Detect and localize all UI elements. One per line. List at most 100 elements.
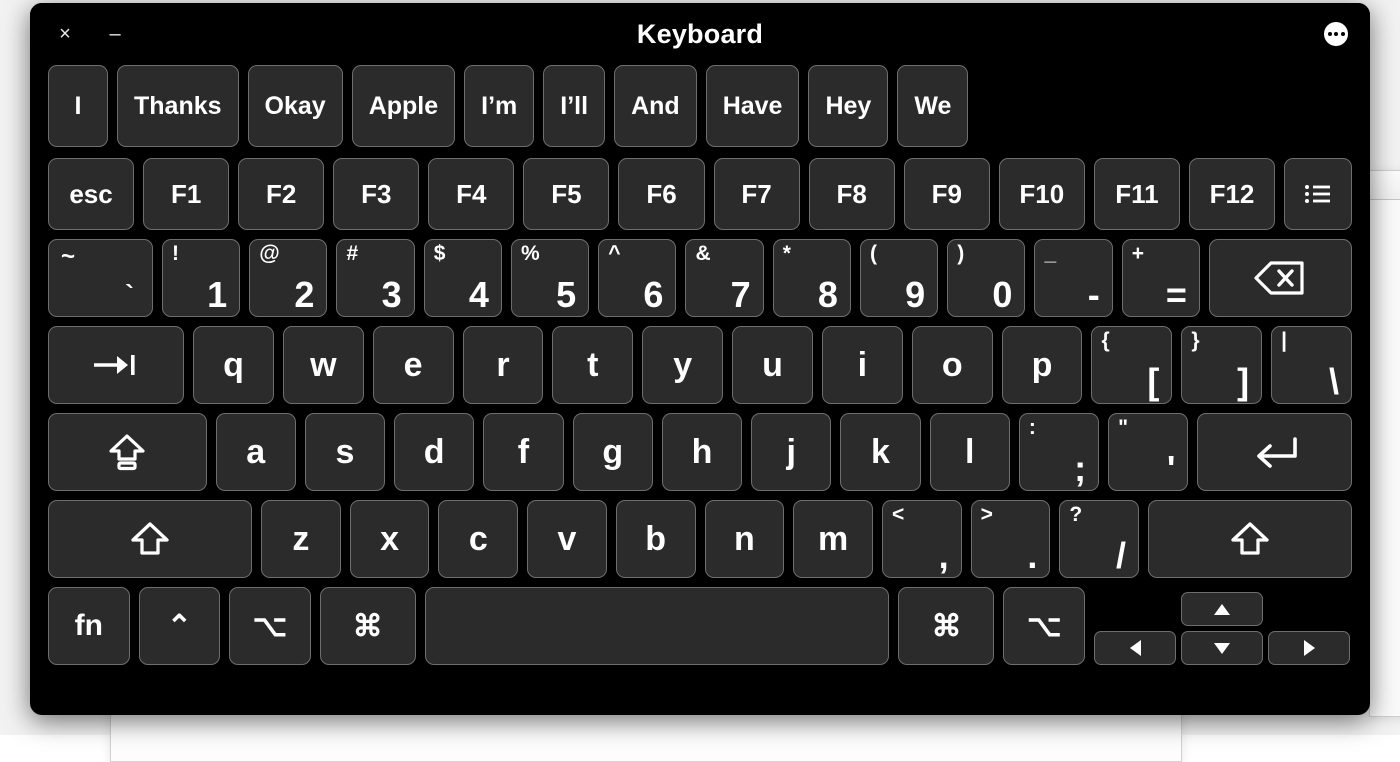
key-option-left[interactable]: ⌥ [229, 587, 311, 665]
tab-icon [91, 352, 141, 378]
suggestion-button[interactable]: And [614, 65, 697, 147]
background-window-right[interactable] [1369, 170, 1400, 717]
key-l[interactable]: l [930, 413, 1010, 491]
key-u[interactable]: u [732, 326, 813, 404]
key-bracket-left[interactable]: { [ [1091, 326, 1172, 404]
key-e[interactable]: e [373, 326, 454, 404]
key-x[interactable]: x [350, 500, 430, 578]
key-semicolon[interactable]: : ; [1019, 413, 1099, 491]
key-f1[interactable]: F1 [143, 158, 229, 230]
key-z[interactable]: z [261, 500, 341, 578]
key-f11[interactable]: F11 [1094, 158, 1180, 230]
key-f2[interactable]: F2 [238, 158, 324, 230]
key-shift-legend: " [1118, 416, 1128, 439]
suggestion-button[interactable]: We [897, 65, 968, 147]
key-s[interactable]: s [305, 413, 385, 491]
key-fn[interactable]: fn [48, 587, 130, 665]
key-a[interactable]: a [216, 413, 296, 491]
key-equals[interactable]: + = [1122, 239, 1200, 317]
key-y[interactable]: y [642, 326, 723, 404]
key-base-legend: ` [125, 280, 134, 310]
key-arrow-down[interactable] [1181, 631, 1263, 665]
key-f12[interactable]: F12 [1189, 158, 1275, 230]
key-tilde-grave[interactable]: ~ ` [48, 239, 153, 317]
key-arrow-left[interactable] [1094, 631, 1176, 665]
key-shift-legend: ^ [608, 242, 620, 265]
key-k[interactable]: k [840, 413, 920, 491]
key-return[interactable] [1197, 413, 1352, 491]
key-f7[interactable]: F7 [714, 158, 800, 230]
key-minus[interactable]: _ - [1034, 239, 1112, 317]
key-5[interactable]: % 5 [511, 239, 589, 317]
key-delete[interactable] [1209, 239, 1352, 317]
key-control[interactable]: ⌃ [139, 587, 221, 665]
key-q[interactable]: q [193, 326, 274, 404]
key-7[interactable]: & 7 [685, 239, 763, 317]
suggestion-button[interactable]: Okay [248, 65, 343, 147]
key-6[interactable]: ^ 6 [598, 239, 676, 317]
key-i[interactable]: i [822, 326, 903, 404]
minimize-icon[interactable]: – [100, 19, 130, 49]
key-b[interactable]: b [616, 500, 696, 578]
key-shift-right[interactable] [1148, 500, 1352, 578]
key-t[interactable]: t [552, 326, 633, 404]
key-f3[interactable]: F3 [333, 158, 419, 230]
key-m[interactable]: m [793, 500, 873, 578]
key-f5[interactable]: F5 [523, 158, 609, 230]
key-f[interactable]: f [483, 413, 563, 491]
suggestion-button[interactable]: I’m [464, 65, 534, 147]
key-f8[interactable]: F8 [809, 158, 895, 230]
key-tab[interactable] [48, 326, 184, 404]
key-r[interactable]: r [463, 326, 544, 404]
capslock-icon [106, 431, 148, 473]
modifier-key-row: fn ⌃ ⌥ ⌘ ⌘ ⌥ [48, 587, 1352, 665]
suggestion-button[interactable]: Hey [808, 65, 888, 147]
key-0[interactable]: ) 0 [947, 239, 1025, 317]
key-command-left[interactable]: ⌘ [320, 587, 416, 665]
key-4[interactable]: $ 4 [424, 239, 502, 317]
key-h[interactable]: h [662, 413, 742, 491]
key-o[interactable]: o [912, 326, 993, 404]
key-3[interactable]: # 3 [336, 239, 414, 317]
key-g[interactable]: g [573, 413, 653, 491]
key-comma[interactable]: < , [882, 500, 962, 578]
key-8[interactable]: * 8 [773, 239, 851, 317]
key-arrow-up[interactable] [1181, 592, 1263, 626]
suggestion-button[interactable]: I [48, 65, 108, 147]
key-backslash[interactable]: | \ [1271, 326, 1352, 404]
key-c[interactable]: c [438, 500, 518, 578]
key-d[interactable]: d [394, 413, 474, 491]
key-period[interactable]: > . [971, 500, 1051, 578]
key-escape[interactable]: esc [48, 158, 134, 230]
key-command-right[interactable]: ⌘ [898, 587, 994, 665]
key-v[interactable]: v [527, 500, 607, 578]
key-w[interactable]: w [283, 326, 364, 404]
more-options-icon[interactable] [1324, 22, 1348, 46]
suggestion-button[interactable]: Apple [352, 65, 455, 147]
close-icon[interactable]: × [50, 19, 80, 49]
key-n[interactable]: n [705, 500, 785, 578]
key-bracket-right[interactable]: } ] [1181, 326, 1262, 404]
key-shift-left[interactable] [48, 500, 252, 578]
key-f10[interactable]: F10 [999, 158, 1085, 230]
key-shift-legend: { [1101, 329, 1109, 352]
key-quote[interactable]: " ' [1108, 413, 1188, 491]
key-j[interactable]: j [751, 413, 831, 491]
key-9[interactable]: ( 9 [860, 239, 938, 317]
key-space[interactable] [425, 587, 890, 665]
key-capslock[interactable] [48, 413, 207, 491]
key-p[interactable]: p [1002, 326, 1083, 404]
accessibility-keyboard-window[interactable]: × – Keyboard I Thanks Okay Apple I’m I’l… [30, 3, 1370, 715]
suggestion-button[interactable]: I’ll [543, 65, 605, 147]
key-1[interactable]: ! 1 [162, 239, 240, 317]
panel-options-button[interactable] [1284, 158, 1352, 230]
suggestion-button[interactable]: Thanks [117, 65, 239, 147]
key-f9[interactable]: F9 [904, 158, 990, 230]
key-f4[interactable]: F4 [428, 158, 514, 230]
key-option-right[interactable]: ⌥ [1003, 587, 1085, 665]
key-f6[interactable]: F6 [618, 158, 704, 230]
suggestion-button[interactable]: Have [706, 65, 800, 147]
key-arrow-right[interactable] [1268, 631, 1350, 665]
key-2[interactable]: @ 2 [249, 239, 327, 317]
key-slash[interactable]: ? / [1059, 500, 1139, 578]
